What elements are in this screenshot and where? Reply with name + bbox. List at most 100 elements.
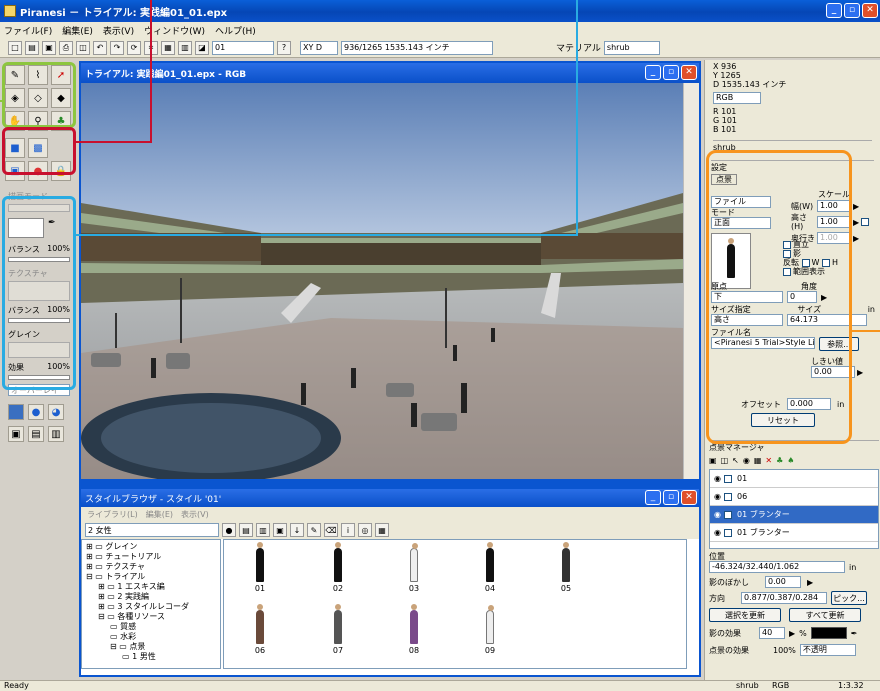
pick-button[interactable]: ピック... xyxy=(831,591,867,605)
tree-item[interactable]: ⊞ ▭ 2 実践編 xyxy=(84,592,218,602)
link-scale-checkbox[interactable] xyxy=(861,218,870,226)
style-menu-edit[interactable]: 編集(E) xyxy=(146,509,173,520)
direction-field[interactable]: 0.877/0.387/0.284 xyxy=(741,592,827,604)
shadow-color-swatch[interactable] xyxy=(810,627,847,639)
tree-item[interactable]: ⊞ ▭ 3 スタイルレコーダ xyxy=(84,602,218,612)
record-icon[interactable]: ● xyxy=(222,523,236,537)
preset-1-icon[interactable]: ▣ xyxy=(8,426,24,442)
style-maximize-button[interactable]: ▫ xyxy=(663,490,679,505)
tree-item[interactable]: ⊞ ▭ チュートリアル xyxy=(84,552,218,562)
shadow-blur-field[interactable]: 0.00 xyxy=(765,576,801,588)
tree-icon[interactable]: ♣ xyxy=(776,456,783,465)
drawing-vscrollbar[interactable] xyxy=(683,83,699,479)
style-menu-library[interactable]: ライブラリ(L) xyxy=(87,509,138,520)
edit-style-icon[interactable]: ✎ xyxy=(307,523,321,537)
shadow-blur-spin-icon[interactable]: ▶ xyxy=(807,578,813,587)
thumb-item[interactable]: 06 xyxy=(230,604,290,668)
preset-3-icon[interactable]: ▥ xyxy=(48,426,64,442)
tree-item[interactable]: ⊟ ▭ 各種リソース xyxy=(84,612,218,622)
thumb-item[interactable]: 07 xyxy=(308,604,368,668)
tree-item[interactable]: ⊟ ▭ トライアル xyxy=(84,572,218,582)
print-preview-icon[interactable]: ◫ xyxy=(76,40,90,55)
new-folder-icon[interactable]: ▦ xyxy=(375,523,389,537)
print-icon[interactable]: ⎙ xyxy=(59,40,73,55)
minimize-button[interactable]: _ xyxy=(826,3,842,18)
add-cutout-icon[interactable]: ▣ xyxy=(709,456,717,465)
menu-view[interactable]: 表示(V) xyxy=(103,24,134,37)
grid-view-icon[interactable]: ▦ xyxy=(754,456,762,465)
thumb-item[interactable]: 03 xyxy=(384,543,444,606)
width-spin-icon[interactable]: ▶ xyxy=(853,202,859,211)
drawing-close-button[interactable]: ✕ xyxy=(681,65,697,80)
shadow-effect-spin-icon[interactable]: ▶ xyxy=(789,629,795,638)
menu-help[interactable]: ヘルプ(H) xyxy=(215,24,256,37)
position-field[interactable]: -46.324/32.440/1.062 xyxy=(709,561,845,573)
style-minimize-button[interactable]: _ xyxy=(645,490,661,505)
drawing-maximize-button[interactable]: ▫ xyxy=(663,65,679,80)
maximize-button[interactable]: ▫ xyxy=(844,3,860,18)
view-select[interactable]: XY D xyxy=(300,40,338,55)
tree-item[interactable]: ⊞ ▭ 1 エスキス編 xyxy=(84,582,218,592)
folder-open-icon[interactable]: ▤ xyxy=(239,523,253,537)
folder-icon[interactable]: ▥ xyxy=(256,523,270,537)
layer-select[interactable]: 01 xyxy=(212,40,274,55)
shape-circle-icon[interactable]: ● xyxy=(28,404,44,420)
tree-item[interactable]: ⊞ ▭ テクスチャ xyxy=(84,562,218,572)
tree-item[interactable]: ▭ 1 男性 xyxy=(84,652,218,662)
update-selected-button[interactable]: 選択を更新 xyxy=(709,608,781,622)
style-close-button[interactable]: ✕ xyxy=(681,490,697,505)
save-icon[interactable]: ▣ xyxy=(42,40,56,55)
image-icon[interactable]: ▦ xyxy=(161,40,175,55)
delete-icon[interactable]: ✕ xyxy=(765,456,772,465)
tree-item[interactable]: ⊟ ▭ 点景 xyxy=(84,642,218,652)
tree-item[interactable]: ⊞ ▭ グレイン xyxy=(84,542,218,552)
view-icon[interactable]: ◉ xyxy=(743,456,750,465)
layer-icon[interactable]: ◪ xyxy=(195,40,209,55)
drawing-minimize-button[interactable]: _ xyxy=(645,65,661,80)
tree-item[interactable]: ▭ 質感 xyxy=(84,622,218,632)
save-style-icon[interactable]: ▣ xyxy=(273,523,287,537)
shape-square-icon[interactable] xyxy=(8,404,24,420)
shape-sphere-icon[interactable]: ◕ xyxy=(48,404,64,420)
thumb-item[interactable]: 04 xyxy=(460,542,520,606)
cutout-layer-row[interactable]: ◉ 01 xyxy=(710,470,878,488)
thumb-item[interactable]: 01 xyxy=(230,542,290,606)
category-select[interactable]: 2 女性 xyxy=(85,523,219,537)
shadow-effect-field[interactable]: 40 xyxy=(759,627,785,639)
select-icon[interactable]: ↖ xyxy=(732,456,739,465)
redraw-icon[interactable]: ⟳ xyxy=(127,40,141,55)
threshold-spin-icon[interactable]: ▶ xyxy=(857,368,863,377)
thumb-item[interactable]: 05 xyxy=(536,542,596,606)
close-button[interactable]: ✕ xyxy=(862,3,878,18)
browse-icon[interactable]: ◎ xyxy=(358,523,372,537)
cutout-layer-row[interactable]: ◉ 01 ブランター xyxy=(710,524,878,542)
preset-2-icon[interactable]: ▤ xyxy=(28,426,44,442)
shadow-eyedropper-icon[interactable]: ✒ xyxy=(851,629,858,638)
new-icon[interactable]: □ xyxy=(8,40,22,55)
menu-file[interactable]: ファイル(F) xyxy=(4,24,52,37)
thumb-item[interactable]: 02 xyxy=(308,542,368,606)
undo-icon[interactable]: ↶ xyxy=(93,40,107,55)
cutout-layer-row-selected[interactable]: ◉ 01 ブランター xyxy=(710,506,878,524)
redo-icon[interactable]: ↷ xyxy=(110,40,124,55)
opacity-select[interactable]: 不透明 xyxy=(799,644,856,656)
thumb-item[interactable]: 08 xyxy=(384,604,444,668)
style-menu-view[interactable]: 表示(V) xyxy=(181,509,209,520)
grid-icon[interactable]: ▥ xyxy=(178,40,192,55)
download-icon[interactable]: ↓ xyxy=(290,523,304,537)
open-icon[interactable]: ▤ xyxy=(25,40,39,55)
delete-style-icon[interactable]: ⌫ xyxy=(324,523,338,537)
update-all-button[interactable]: すべて更新 xyxy=(789,608,861,622)
tree-item[interactable]: ▭ 水彩 xyxy=(84,632,218,642)
cutout-layer-row[interactable]: ◉ 06 xyxy=(710,488,878,506)
cutout-add-icon[interactable]: ♠ xyxy=(787,456,794,465)
menu-window[interactable]: ウィンドウ(W) xyxy=(144,24,205,37)
readout-mode-select[interactable]: RGB xyxy=(713,92,761,104)
info-icon[interactable]: i xyxy=(341,523,355,537)
height-spin-icon[interactable]: ▶ xyxy=(853,218,859,227)
rendered-scene[interactable] xyxy=(81,83,683,479)
thumb-item[interactable]: 09 xyxy=(460,605,520,668)
help-pointer-icon[interactable]: ? xyxy=(277,40,291,55)
duplicate-icon[interactable]: ◫ xyxy=(721,456,729,465)
menu-edit[interactable]: 編集(E) xyxy=(62,24,93,37)
